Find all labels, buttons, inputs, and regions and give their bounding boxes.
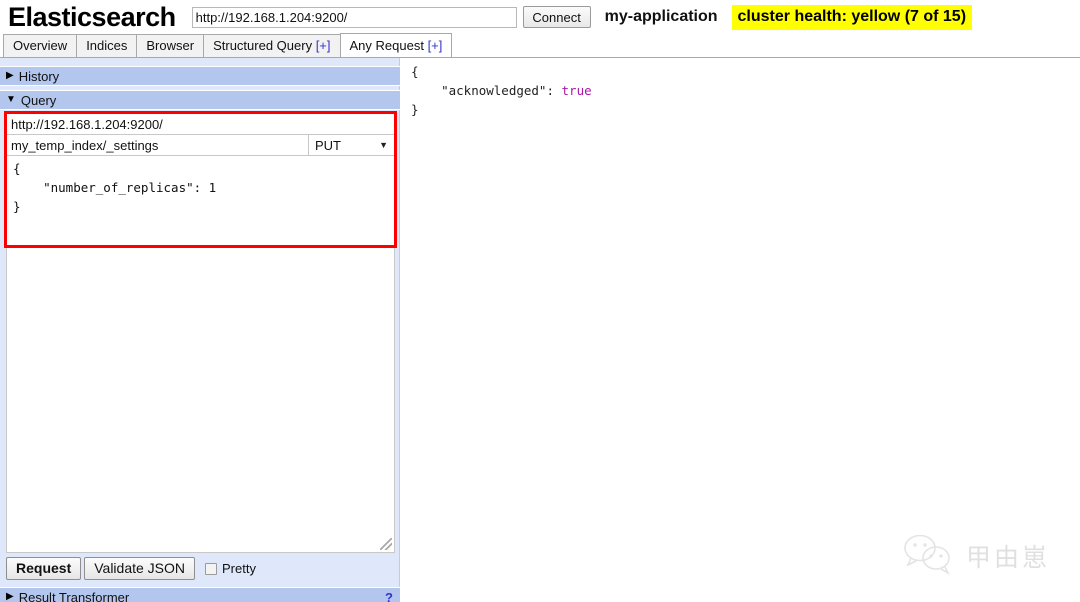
host-url-input[interactable] [191, 6, 517, 28]
query-sidebar: ▶ History ▼ Query PUT ▼ [0, 58, 400, 602]
query-form: PUT ▼ [6, 113, 395, 248]
request-button[interactable]: Request [6, 557, 82, 580]
chevron-down-icon: ▼ [379, 140, 388, 150]
query-path-row: PUT ▼ [6, 134, 395, 156]
main-tabbar: Overview Indices Browser Structured Quer… [0, 33, 1080, 58]
validate-json-button[interactable]: Validate JSON [84, 557, 196, 580]
pretty-label: Pretty [222, 561, 256, 576]
json-brace-open: { [411, 64, 419, 79]
textarea-resize-handle[interactable] [380, 538, 392, 550]
connect-button[interactable]: Connect [522, 6, 591, 28]
pretty-checkbox-wrap[interactable]: Pretty [205, 561, 256, 576]
result-json-output: { "acknowledged": true } [411, 62, 1080, 119]
tab-indices-label: Indices [86, 38, 128, 53]
tab-browser[interactable]: Browser [136, 34, 205, 57]
tab-overview[interactable]: Overview [3, 34, 78, 57]
json-value-acknowledged: true [554, 83, 592, 98]
brand-title: Elasticsearch [8, 2, 176, 32]
result-panel: { "acknowledged": true } [401, 58, 1080, 602]
query-url-row [6, 113, 395, 134]
http-method-select[interactable]: PUT ▼ [309, 134, 395, 156]
chevron-down-icon: ▼ [6, 94, 16, 105]
elasticsearch-head-app: Elasticsearch Connect my-application clu… [0, 0, 1080, 602]
help-icon[interactable]: ? [385, 590, 393, 602]
query-body-textarea[interactable] [6, 156, 395, 248]
pretty-checkbox[interactable] [205, 562, 218, 575]
tab-browser-label: Browser [146, 38, 195, 53]
http-method-value: PUT [315, 137, 341, 153]
chevron-right-icon: ▶ [6, 70, 14, 81]
tab-structured-query-plus[interactable]: [+] [316, 38, 331, 53]
cluster-health-badge: cluster health: yellow (7 of 15) [731, 4, 973, 30]
tab-structured-query-label: Structured Query [213, 38, 316, 53]
tab-indices[interactable]: Indices [76, 34, 138, 57]
tab-any-request[interactable]: Any Request [+] [339, 33, 453, 57]
tab-overview-label: Overview [13, 38, 68, 53]
section-result-transformer-label: Result Transformer [18, 589, 130, 602]
section-history[interactable]: ▶ History [0, 66, 400, 86]
request-body-area[interactable] [6, 248, 395, 553]
tab-any-request-label: Any Request [349, 38, 428, 53]
section-history-label: History [18, 68, 60, 84]
tab-any-request-plus[interactable]: [+] [428, 38, 443, 53]
json-brace-close: } [411, 102, 419, 117]
query-url-input[interactable] [6, 113, 395, 134]
json-key-acknowledged: "acknowledged": [411, 83, 554, 98]
application-name: my-application [604, 8, 718, 25]
tab-structured-query[interactable]: Structured Query [+] [203, 34, 341, 57]
query-path-input[interactable] [6, 134, 309, 156]
chevron-right-icon: ▶ [6, 591, 14, 602]
section-query-label: Query [20, 92, 57, 108]
query-actions: Request Validate JSON Pretty [6, 557, 256, 580]
section-result-transformer[interactable]: ▶ Result Transformer ? [0, 587, 400, 602]
app-header: Elasticsearch Connect my-application clu… [0, 0, 1080, 34]
section-query[interactable]: ▼ Query [0, 90, 400, 110]
